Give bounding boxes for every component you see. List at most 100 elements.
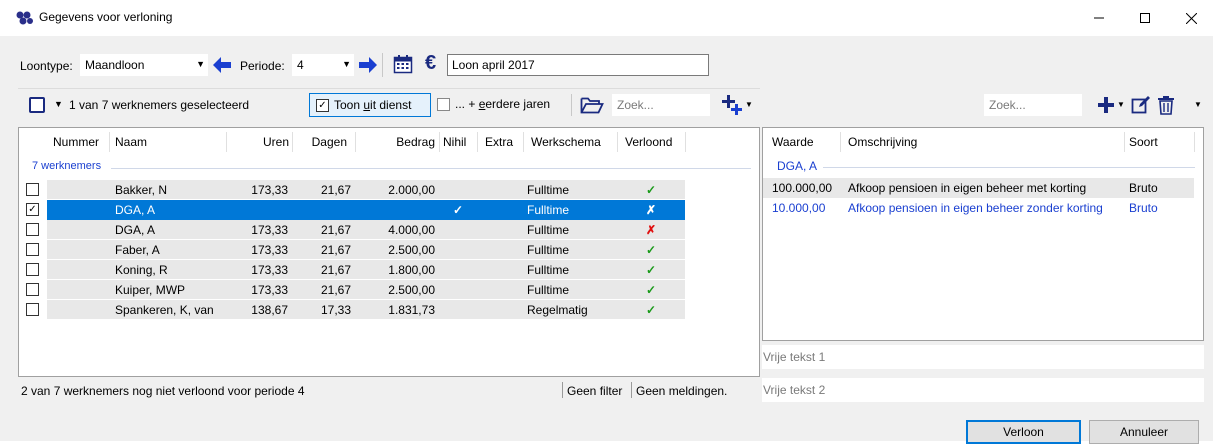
cell-bedrag: 2.500,00 <box>388 283 435 297</box>
table-row[interactable]: Kuiper, MWP 173,33 21,67 2.500,00 Fulltime ✓ <box>19 280 759 300</box>
cell-dagen: 21,67 <box>320 243 351 257</box>
row-checkbox[interactable] <box>26 303 39 316</box>
delete-chevron-icon[interactable]: ▼ <box>1194 100 1202 109</box>
vrije-tekst-1-field[interactable]: Vrije tekst 1 <box>762 345 1204 369</box>
employee-search-placeholder: Zoek... <box>617 98 654 112</box>
component-search-input[interactable]: Zoek... <box>984 94 1082 116</box>
edit-icon[interactable] <box>1131 95 1151 115</box>
employee-search-input[interactable]: Zoek... <box>612 94 710 116</box>
list-item[interactable]: 10.000,00 Afkoop pensioen in eigen beheer… <box>763 198 1203 218</box>
add-employee-icon[interactable] <box>721 94 743 116</box>
close-button[interactable] <box>1168 0 1213 36</box>
cell-uren: 173,33 <box>251 243 288 257</box>
select-all-checkbox[interactable] <box>29 97 45 113</box>
table-row[interactable]: Bakker, N 173,33 21,67 2.000,00 Fulltime ✓ <box>19 180 759 200</box>
cell-bedrag: 1.800,00 <box>388 263 435 277</box>
list-item[interactable]: 100.000,00 Afkoop pensioen in eigen behee… <box>763 178 1203 198</box>
chevron-down-icon: ▼ <box>342 59 351 69</box>
maximize-button[interactable] <box>1122 0 1168 36</box>
toon-uit-dienst-toggle[interactable]: ✓ Toon uit dienst <box>309 93 431 117</box>
periode-label: Periode: <box>240 59 285 73</box>
loontype-select[interactable]: Maandloon ▼ <box>80 54 208 76</box>
cell-werkschema: Fulltime <box>527 263 570 277</box>
employee-grid: Nummer Naam Uren Dagen Bedrag Nihil Extr… <box>18 127 760 377</box>
column-header-verloond[interactable]: Verloond <box>625 128 672 156</box>
cell-dagen: 21,67 <box>320 263 351 277</box>
table-row[interactable]: Spankeren, K, van 138,67 17,33 1.831,73 Rege… <box>19 300 759 320</box>
column-header-bedrag[interactable]: Bedrag <box>359 128 435 156</box>
column-header-soort[interactable]: Soort <box>1129 128 1158 156</box>
row-checkbox[interactable]: ✓ <box>26 203 39 216</box>
annuleer-button[interactable]: Annuleer <box>1089 420 1199 444</box>
cell-nummer <box>47 260 109 280</box>
cell-naam: Kuiper, MWP <box>115 283 186 297</box>
column-header-extra[interactable]: Extra <box>485 128 513 156</box>
eerdere-jaren-checkbox[interactable] <box>437 98 450 111</box>
table-row[interactable]: Faber, A 173,33 21,67 2.500,00 Fulltime ✓ <box>19 240 759 260</box>
cell-bedrag <box>355 200 439 220</box>
close-icon <box>1185 12 1197 24</box>
eerdere-jaren-toggle[interactable]: ... + eerdere jaren <box>435 93 567 117</box>
cell-dagen: 17,33 <box>320 303 351 317</box>
minimize-button[interactable] <box>1076 0 1122 36</box>
cell-soort: Bruto <box>1129 181 1158 195</box>
cell-omschrijving: Afkoop pensioen in eigen beheer met kort… <box>848 181 1087 195</box>
row-checkbox[interactable] <box>26 183 39 196</box>
cell-dagen: 21,67 <box>320 223 351 237</box>
column-header-dagen[interactable]: Dagen <box>295 128 347 156</box>
column-header-omschrijving[interactable]: Omschrijving <box>848 128 917 156</box>
cell-extra <box>477 280 523 300</box>
periode-select[interactable]: 4 ▼ <box>292 54 354 76</box>
table-row[interactable]: Koning, R 173,33 21,67 1.800,00 Fulltime ✓ <box>19 260 759 280</box>
period-description-value: Loon april 2017 <box>452 58 535 72</box>
selection-menu-chevron-icon[interactable]: ▼ <box>54 99 63 109</box>
vrije-tekst-2-field[interactable]: Vrije tekst 2 <box>762 378 1204 402</box>
filter-status[interactable]: Geen filter <box>567 384 622 398</box>
cell-verloond: ✓ <box>645 243 657 257</box>
toon-uit-dienst-checkbox[interactable]: ✓ <box>316 99 329 112</box>
chevron-down-icon: ▼ <box>196 59 205 69</box>
add-employee-chevron-icon[interactable]: ▼ <box>745 100 753 109</box>
meldingen-status[interactable]: Geen meldingen. <box>636 384 727 398</box>
cell-uren <box>226 200 292 220</box>
cell-extra <box>477 200 523 220</box>
previous-period-icon[interactable] <box>212 56 232 74</box>
row-checkbox[interactable] <box>26 263 39 276</box>
delete-icon[interactable] <box>1157 95 1175 115</box>
column-header-nihil[interactable]: Nihil <box>443 128 466 156</box>
column-header-werkschema[interactable]: Werkschema <box>531 128 601 156</box>
row-checkbox[interactable] <box>26 283 39 296</box>
payroll-window: Gegevens voor verloning Loontype: Maandl… <box>0 0 1213 444</box>
calendar-icon[interactable] <box>393 54 413 74</box>
cell-waarde: 10.000,00 <box>772 201 826 215</box>
table-row[interactable]: DGA, A 173,33 21,67 4.000,00 Fulltime ✗ <box>19 220 759 240</box>
toolbar-divider <box>571 94 572 116</box>
column-header-nummer[interactable]: Nummer <box>53 128 99 156</box>
cell-uren: 173,33 <box>251 183 288 197</box>
period-description-input[interactable]: Loon april 2017 <box>447 54 709 76</box>
selection-count-text: 1 van 7 werknemers geselecteerd <box>69 98 250 112</box>
verloon-button[interactable]: Verloon <box>966 420 1081 444</box>
column-header-waarde[interactable]: Waarde <box>772 128 814 156</box>
row-checkbox[interactable] <box>26 223 39 236</box>
table-row[interactable]: ✓ DGA, A ✓ Fulltime ✗ <box>19 200 759 220</box>
maximize-icon <box>1140 13 1150 23</box>
cell-nihil <box>439 240 477 260</box>
cell-nummer <box>47 280 109 300</box>
column-header-uren[interactable]: Uren <box>229 128 289 156</box>
cell-uren: 138,67 <box>251 303 288 317</box>
cell-verloond: ✓ <box>645 263 657 277</box>
add-chevron-icon[interactable]: ▼ <box>1117 100 1125 109</box>
add-icon[interactable] <box>1097 96 1115 114</box>
next-period-icon[interactable] <box>358 56 378 74</box>
row-checkbox[interactable] <box>26 243 39 256</box>
euro-icon: € <box>425 52 437 74</box>
open-folder-icon[interactable] <box>580 95 604 115</box>
column-header-naam[interactable]: Naam <box>115 128 147 156</box>
cell-extra <box>477 180 523 200</box>
cell-werkschema: Fulltime <box>527 283 570 297</box>
cell-uren: 173,33 <box>251 223 288 237</box>
cell-verloond: ✓ <box>645 183 657 197</box>
cell-nihil <box>439 220 477 240</box>
cell-dagen: 21,67 <box>320 183 351 197</box>
